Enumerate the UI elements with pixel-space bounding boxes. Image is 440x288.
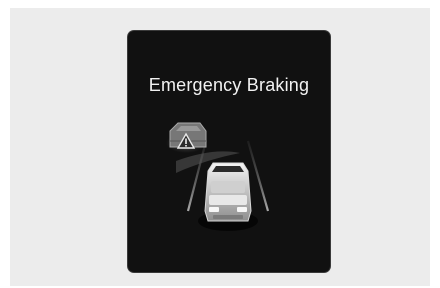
own-vehicle-icon (198, 162, 258, 231)
cluster-display: Emergency Braking (128, 31, 330, 272)
driving-scene (166, 122, 270, 231)
